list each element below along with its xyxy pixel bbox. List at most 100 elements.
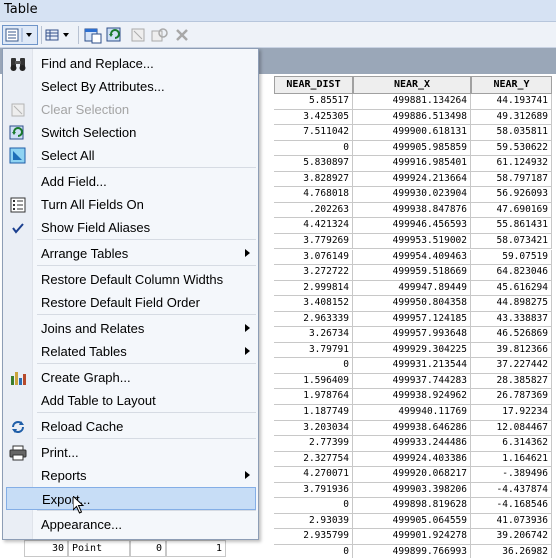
table-cell[interactable]: 46.526869 bbox=[471, 327, 552, 343]
delete-selected-button[interactable] bbox=[172, 25, 192, 45]
table-cell[interactable]: 3.791936 bbox=[274, 482, 353, 499]
table-cell[interactable]: 6.314362 bbox=[471, 436, 552, 452]
table-cell[interactable]: 499957.993648 bbox=[353, 327, 471, 343]
clear-selection-button[interactable] bbox=[128, 25, 148, 45]
table-options-button[interactable] bbox=[2, 25, 38, 45]
table-cell[interactable]: 2.963339 bbox=[274, 311, 353, 328]
table-cell[interactable]: 2.93039 bbox=[274, 513, 353, 530]
table-cell[interactable]: 4.768018 bbox=[274, 187, 353, 203]
table-cell[interactable]: 7.511042 bbox=[274, 125, 353, 141]
table-cell[interactable]: 58.035811 bbox=[471, 125, 552, 141]
menu-item-reports[interactable]: Reports bbox=[3, 464, 258, 487]
menu-item-select-all[interactable]: Select All bbox=[3, 144, 258, 167]
table-cell[interactable]: 499946.456593 bbox=[353, 218, 471, 234]
table-cell[interactable]: 1.164621 bbox=[471, 451, 552, 468]
table-cell[interactable]: 45.616294 bbox=[471, 280, 552, 297]
table-cell[interactable]: 2.77399 bbox=[274, 436, 353, 452]
table-cell[interactable]: 499881.134264 bbox=[353, 94, 471, 110]
table-cell[interactable]: 44.193741 bbox=[471, 94, 552, 110]
table-cell[interactable]: 58.073421 bbox=[471, 233, 552, 250]
table-cell[interactable]: 58.797187 bbox=[471, 171, 552, 188]
table-cell[interactable]: 499916.985401 bbox=[353, 156, 471, 172]
table-cell[interactable]: 3.828927 bbox=[274, 171, 353, 188]
table-cell[interactable]: 499900.618131 bbox=[353, 125, 471, 141]
table-cell[interactable]: 499931.213544 bbox=[353, 358, 471, 374]
table-cell[interactable]: 47.690169 bbox=[471, 202, 552, 219]
table-cell[interactable]: 499937.744283 bbox=[353, 373, 471, 390]
menu-item-add-table-to-layout[interactable]: Add Table to Layout bbox=[3, 389, 258, 412]
switch-selection-button[interactable] bbox=[105, 25, 125, 45]
select-by-attributes-button[interactable] bbox=[83, 25, 103, 45]
table-cell[interactable]: 43.338837 bbox=[471, 311, 552, 328]
table-cell[interactable]: 4.270071 bbox=[274, 467, 353, 483]
table-cell[interactable]: 499947.89449 bbox=[353, 280, 471, 297]
table-cell[interactable]: 3.779269 bbox=[274, 233, 353, 250]
menu-item-turn-all-fields-on[interactable]: Turn All Fields On bbox=[3, 193, 258, 216]
table-cell[interactable]: 41.073936 bbox=[471, 513, 552, 530]
table-cell[interactable]: .202263 bbox=[274, 202, 353, 219]
column-header-near-dist[interactable]: NEAR_DIST bbox=[274, 76, 353, 94]
table-cell[interactable]: 1.187749 bbox=[274, 405, 353, 421]
zoom-to-selected-button[interactable] bbox=[150, 25, 170, 45]
table-row[interactable]: 30 Point 0 1 bbox=[0, 540, 556, 558]
table-cell[interactable]: 1.978764 bbox=[274, 389, 353, 405]
table-cell[interactable]: 0 bbox=[274, 140, 353, 157]
table-cell[interactable]: 2.999814 bbox=[274, 280, 353, 297]
table-cell[interactable]: 5.830897 bbox=[274, 156, 353, 172]
menu-item-reload-cache[interactable]: Reload Cache bbox=[3, 415, 258, 438]
table-cell[interactable]: 64.823046 bbox=[471, 265, 552, 281]
table-cell[interactable]: -.389496 bbox=[471, 467, 552, 483]
column-header-near-x[interactable]: NEAR_X bbox=[353, 76, 471, 94]
table-cell[interactable]: 44.898275 bbox=[471, 296, 552, 312]
table-cell[interactable]: 12.084467 bbox=[471, 420, 552, 437]
table-cell[interactable]: 499938.847876 bbox=[353, 202, 471, 219]
table-cell[interactable]: 39.812366 bbox=[471, 342, 552, 359]
table-cell[interactable]: 0 bbox=[274, 498, 353, 514]
table-cell[interactable]: 499905.985859 bbox=[353, 140, 471, 157]
table-cell[interactable]: 499924.213664 bbox=[353, 171, 471, 188]
table-cell[interactable]: 499938.924962 bbox=[353, 389, 471, 405]
menu-item-add-field[interactable]: Add Field... bbox=[3, 170, 258, 193]
table-cell[interactable]: 499954.409463 bbox=[353, 249, 471, 266]
column-header-near-y[interactable]: NEAR_Y bbox=[471, 76, 552, 94]
menu-item-restore-default-column-widths[interactable]: Restore Default Column Widths bbox=[3, 268, 258, 291]
menu-item-select-by-attributes[interactable]: Select By Attributes... bbox=[3, 75, 258, 98]
table-cell[interactable]: 1.596409 bbox=[274, 373, 353, 390]
table-cell[interactable]: 5.85517 bbox=[274, 94, 353, 110]
menu-item-related-tables[interactable]: Related Tables bbox=[3, 340, 258, 363]
table-cell[interactable]: 499953.519002 bbox=[353, 233, 471, 250]
table-cell[interactable]: 26.787369 bbox=[471, 389, 552, 405]
table-cell[interactable]: 17.92234 bbox=[471, 405, 552, 421]
table-cell[interactable]: 499940.11769 bbox=[353, 405, 471, 421]
related-tables-button[interactable] bbox=[44, 25, 74, 45]
table-cell[interactable]: 499924.403386 bbox=[353, 451, 471, 468]
table-cell[interactable]: 499903.398206 bbox=[353, 482, 471, 499]
table-cell[interactable]: 499938.646286 bbox=[353, 420, 471, 437]
table-cell[interactable]: 499898.819628 bbox=[353, 498, 471, 514]
menu-item-export[interactable]: Export... bbox=[6, 487, 256, 514]
menu-item-print[interactable]: Print... bbox=[3, 441, 258, 464]
table-cell[interactable]: 61.124932 bbox=[471, 156, 552, 172]
table-cell[interactable]: 3.272722 bbox=[274, 265, 353, 281]
table-cell[interactable]: 499905.064559 bbox=[353, 513, 471, 530]
table-cell[interactable]: 49.312689 bbox=[471, 109, 552, 126]
menu-item-appearance[interactable]: Appearance... bbox=[3, 513, 258, 536]
table-cell[interactable]: 3.425305 bbox=[274, 109, 353, 126]
table-cell[interactable]: 499930.023904 bbox=[353, 187, 471, 203]
table-cell[interactable]: -4.437874 bbox=[471, 482, 552, 499]
table-cell[interactable]: 59.07519 bbox=[471, 249, 552, 266]
table-cell[interactable]: 4.421324 bbox=[274, 218, 353, 234]
table-cell[interactable]: 3.076149 bbox=[274, 249, 353, 266]
table-cell[interactable]: 499933.244486 bbox=[353, 436, 471, 452]
table-cell[interactable]: 55.861431 bbox=[471, 218, 552, 234]
table-cell[interactable]: 499929.304225 bbox=[353, 342, 471, 359]
table-cell[interactable]: 3.203034 bbox=[274, 420, 353, 437]
table-cell[interactable]: 56.926093 bbox=[471, 187, 552, 203]
table-cell[interactable]: 59.530622 bbox=[471, 140, 552, 157]
table-cell[interactable]: 499957.124185 bbox=[353, 311, 471, 328]
table-cell[interactable]: 3.408152 bbox=[274, 296, 353, 312]
table-cell[interactable]: 37.227442 bbox=[471, 358, 552, 374]
menu-item-arrange-tables[interactable]: Arrange Tables bbox=[3, 242, 258, 265]
menu-item-joins-and-relates[interactable]: Joins and Relates bbox=[3, 317, 258, 340]
menu-item-create-graph[interactable]: Create Graph... bbox=[3, 366, 258, 389]
